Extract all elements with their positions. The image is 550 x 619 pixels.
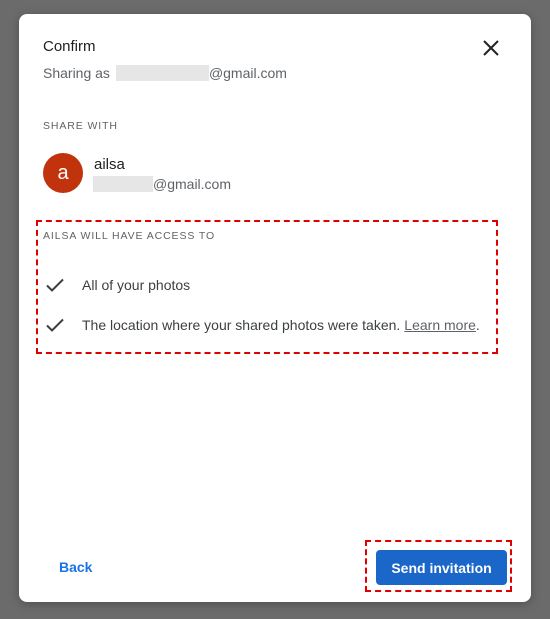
back-button[interactable]: Back [59,559,92,575]
recipient-email-domain: @gmail.com [153,176,232,192]
recipient-email: @gmail.com [93,176,231,192]
sharing-as-line: Sharing as @gmail.com [43,65,287,81]
permission-item: The location where your shared photos we… [43,313,480,337]
share-with-label: SHARE WITH [43,120,118,132]
close-button[interactable] [479,36,503,60]
permission-text: The location where your shared photos we… [82,317,401,333]
check-icon [46,318,64,332]
redacted-recipient-user [93,176,153,192]
dialog-title: Confirm [43,38,96,55]
send-invitation-button[interactable]: Send invitation [376,550,507,585]
avatar-letter: a [57,161,69,184]
access-label: AILSA WILL HAVE ACCESS TO [43,230,216,242]
sharing-as-prefix: Sharing as [43,65,110,81]
avatar: a [43,153,83,193]
close-icon [483,40,499,56]
redacted-email-user [115,65,209,81]
sharing-as-domain: @gmail.com [208,65,287,81]
learn-more-link[interactable]: Learn more [404,317,476,333]
permission-suffix: . [475,317,480,333]
permission-item: All of your photos [43,273,190,297]
recipient-name: ailsa [94,156,125,173]
check-icon [46,278,64,292]
confirm-dialog: Confirm Sharing as @gmail.com SHARE WITH… [19,14,531,602]
permission-text: All of your photos [82,277,191,293]
